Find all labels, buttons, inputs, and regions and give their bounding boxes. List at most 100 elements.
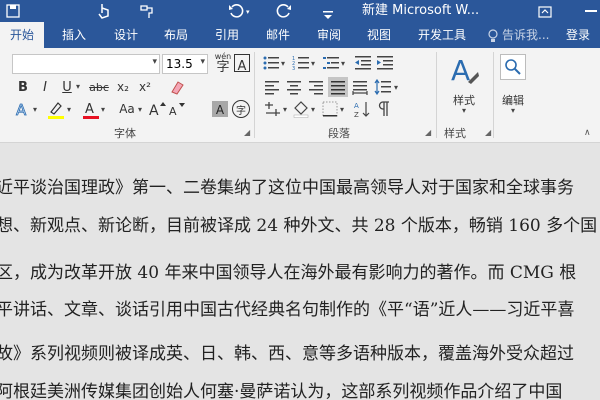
enclose-characters-glyph: 字: [236, 106, 246, 117]
numbering-icon[interactable]: 123: [292, 55, 310, 72]
shading-icon[interactable]: [292, 100, 310, 118]
change-case-glyph: Aa: [119, 102, 135, 116]
svg-text:A: A: [451, 54, 470, 87]
character-shading-button[interactable]: A: [212, 101, 228, 117]
ribbon-display-options-icon[interactable]: [538, 4, 552, 18]
svg-text:A: A: [354, 102, 359, 110]
ribbon-tab-bar: 开始 插入 设计 布局 引用 邮件 审阅 视图 开发工具 告诉我... 登录: [0, 22, 600, 48]
increase-indent-icon[interactable]: [376, 55, 394, 71]
character-border-button[interactable]: A: [234, 54, 250, 74]
clear-formatting-icon[interactable]: [168, 78, 186, 96]
save-icon[interactable]: [6, 4, 20, 18]
justify-icon[interactable]: [328, 77, 348, 97]
subscript-button[interactable]: x₂: [114, 78, 132, 96]
sign-in-link[interactable]: 登录: [562, 22, 594, 48]
highlight-dropdown-icon[interactable]: ▾: [67, 105, 71, 114]
line-spacing-icon[interactable]: [374, 78, 392, 96]
tab-layout[interactable]: 布局: [154, 22, 198, 48]
lightbulb-icon: [487, 28, 499, 42]
character-shading-glyph: A: [215, 103, 225, 117]
tab-references[interactable]: 引用: [205, 22, 249, 48]
sort-icon[interactable]: AZ: [354, 100, 372, 119]
numbering-dropdown-icon[interactable]: ▾: [311, 59, 315, 68]
borders-icon[interactable]: [322, 101, 338, 117]
format-painter-icon[interactable]: [138, 2, 158, 20]
ribbon: ▾ 13.5 ▾ wén 字 A B I U ▾ abc x₂ x² A ▾ ▾…: [0, 48, 600, 143]
collapse-ribbon-icon[interactable]: ∧: [584, 128, 591, 138]
tab-view[interactable]: 视图: [357, 22, 401, 48]
change-case-dropdown-icon[interactable]: ▾: [138, 105, 142, 114]
bold-button[interactable]: B: [14, 78, 32, 96]
tab-developer[interactable]: 开发工具: [412, 22, 472, 48]
editing-dropdown-icon: ▾: [510, 106, 515, 115]
grow-font-icon[interactable]: A: [148, 100, 166, 119]
tab-mailings[interactable]: 邮件: [256, 22, 300, 48]
document-line-2: 想、新观点、新论断，目前被译成 24 种外文、共 28 个版本，畅销 160 多…: [0, 216, 598, 236]
phonetic-guide-button[interactable]: wén 字: [212, 52, 234, 76]
undo-dropdown-icon[interactable]: ▾: [246, 8, 250, 16]
document-line-6: 阿根廷美洲传媒集团创始人何塞·曼萨诺认为，这部系列视频作品介绍了中国: [0, 382, 563, 400]
font-group-separator: [254, 52, 255, 138]
tab-review[interactable]: 审阅: [307, 22, 351, 48]
font-color-dropdown-icon[interactable]: ▾: [101, 105, 105, 114]
touch-mode-icon[interactable]: [96, 2, 112, 20]
font-name-input[interactable]: ▾: [12, 54, 160, 74]
window-title: 新建 Microsoft W...: [362, 3, 480, 18]
underline-glyph: U: [62, 79, 72, 95]
shading-dropdown-icon[interactable]: ▾: [311, 105, 315, 114]
show-hide-marks-icon[interactable]: [376, 100, 392, 118]
font-group-label: 字体: [114, 127, 136, 140]
strikethrough-button[interactable]: abc: [86, 78, 112, 96]
chinese-layout-dropdown-icon[interactable]: ▾: [283, 105, 287, 114]
bullets-dropdown-icon[interactable]: ▾: [281, 59, 285, 68]
multilevel-list-dropdown-icon[interactable]: ▾: [341, 59, 345, 68]
underline-button[interactable]: U: [58, 78, 76, 96]
document-area[interactable]: 近平谈治国理政》第一、二卷集纳了这位中国最高领导人对于国家和全球事务 想、新观点…: [0, 143, 600, 400]
distributed-icon[interactable]: [352, 79, 368, 95]
tab-insert[interactable]: 插入: [52, 22, 96, 48]
text-effects-dropdown-icon[interactable]: ▾: [33, 105, 37, 114]
paragraph-dialog-launcher-icon[interactable]: ◢: [425, 128, 431, 137]
styles-button[interactable]: A 样式 ▾: [444, 52, 484, 122]
align-center-icon[interactable]: [286, 79, 302, 95]
tab-design[interactable]: 设计: [104, 22, 148, 48]
bullets-icon[interactable]: [262, 55, 280, 71]
undo-icon[interactable]: [228, 3, 244, 19]
character-border-glyph: A: [237, 59, 247, 74]
font-name-value: [13, 59, 16, 73]
phonetic-guide-char: 字: [216, 60, 230, 75]
styles-group-separator: [493, 52, 494, 138]
document-line-4: 平讲话、文章、谈话引用中国古代经典名句制作的《平“语”近人——习近平喜: [0, 300, 575, 320]
styles-dialog-launcher-icon[interactable]: ◢: [485, 128, 491, 137]
line-spacing-dropdown-icon[interactable]: ▾: [394, 83, 398, 92]
font-dialog-launcher-icon[interactable]: ◢: [244, 128, 250, 137]
tell-me-search[interactable]: 告诉我...: [502, 22, 554, 48]
change-case-button[interactable]: Aa: [116, 100, 138, 118]
chinese-layout-icon[interactable]: [264, 101, 282, 117]
redo-icon[interactable]: [276, 3, 292, 19]
font-size-dropdown-icon[interactable]: ▾: [200, 57, 205, 67]
highlight-icon[interactable]: [46, 100, 66, 120]
svg-text:A: A: [16, 101, 27, 118]
enclose-characters-button[interactable]: 字: [232, 100, 250, 118]
minimize-icon[interactable]: [585, 10, 597, 12]
italic-glyph: I: [43, 79, 47, 95]
strikethrough-glyph: abc: [89, 80, 109, 94]
customize-icon[interactable]: [322, 6, 334, 19]
multilevel-list-icon[interactable]: [322, 55, 340, 71]
italic-button[interactable]: I: [36, 78, 54, 96]
align-right-icon[interactable]: [308, 79, 324, 95]
align-left-icon[interactable]: [264, 79, 280, 95]
font-color-icon[interactable]: A: [82, 100, 100, 120]
svg-text:A: A: [149, 103, 159, 118]
borders-dropdown-icon[interactable]: ▾: [340, 105, 344, 114]
shrink-font-icon[interactable]: A: [168, 100, 186, 118]
font-name-dropdown-icon[interactable]: ▾: [152, 57, 157, 67]
editing-button[interactable]: 编辑 ▾: [496, 52, 530, 122]
underline-dropdown-icon[interactable]: ▾: [76, 82, 80, 91]
superscript-button[interactable]: x²: [136, 78, 154, 96]
text-effects-icon[interactable]: A: [14, 100, 32, 120]
tab-home[interactable]: 开始: [0, 22, 44, 48]
font-size-input[interactable]: 13.5 ▾: [162, 54, 208, 74]
decrease-indent-icon[interactable]: [354, 55, 372, 71]
